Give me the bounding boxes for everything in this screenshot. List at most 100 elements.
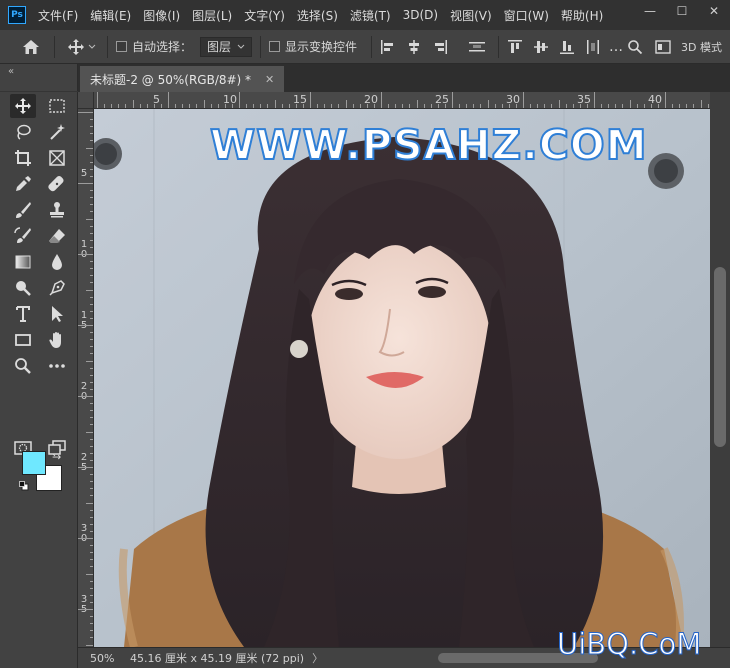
document-tab[interactable]: 未标题-2 @ 50%(RGB/8#) * ✕ (80, 66, 285, 92)
rectangle-tool[interactable] (10, 328, 36, 352)
close-tab-icon[interactable]: ✕ (265, 73, 274, 86)
ruler-tick (90, 566, 93, 568)
ruler-tick (366, 104, 368, 108)
lasso-tool[interactable] (10, 120, 36, 144)
clone-stamp-tool[interactable] (44, 198, 70, 222)
separator (54, 35, 55, 58)
vertical-ruler[interactable]: 5 10 15 20 25 30 35 (78, 109, 94, 647)
auto-select-value: 图层 (207, 40, 232, 54)
ruler-tick (416, 100, 418, 108)
ruler-tick (104, 104, 106, 108)
ruler-tick (182, 104, 184, 108)
default-colors-icon[interactable] (19, 481, 29, 491)
search-icon[interactable] (627, 39, 643, 55)
crop-tool[interactable] (10, 146, 36, 170)
ruler-tick (90, 310, 93, 312)
ruler-tick (146, 104, 148, 108)
ruler-tick (160, 104, 162, 108)
horizontal-ruler[interactable]: 5 10 15 20 25 30 35 40 (94, 92, 710, 109)
ruler-tick (90, 119, 93, 121)
ruler-tick (466, 104, 468, 108)
ruler-tick (78, 112, 93, 113)
screen-mode-button[interactable] (44, 436, 70, 460)
menu-help[interactable]: 帮助(H) (561, 7, 603, 24)
show-transform-label: 显示变换控件 (285, 40, 358, 54)
more-tools[interactable] (44, 354, 70, 378)
align-bottom-icon[interactable] (559, 39, 575, 55)
dodge-tool[interactable] (10, 276, 36, 300)
blur-tool[interactable] (44, 250, 70, 274)
align-left-icon[interactable] (380, 39, 396, 55)
show-transform-checkbox[interactable] (269, 41, 281, 52)
ruler-tick (530, 104, 532, 108)
menu-select[interactable]: 选择(S) (297, 7, 338, 24)
photoshop-logo: Ps (8, 6, 26, 24)
ellipsis-icon (49, 364, 65, 368)
history-brush-tool[interactable] (10, 224, 36, 248)
ruler-tick (90, 353, 93, 355)
ruler-tick (90, 190, 93, 192)
gradient-tool[interactable] (10, 250, 36, 274)
ruler-tick (430, 104, 432, 108)
menu-3d[interactable]: 3D(D) (403, 8, 438, 22)
workspace-icon[interactable] (655, 39, 671, 54)
eraser-tool[interactable] (44, 224, 70, 248)
menu-view[interactable]: 视图(V) (450, 7, 492, 24)
home-icon[interactable] (16, 39, 46, 55)
ruler-label: 25 (80, 452, 88, 473)
move-tool-preset-icon[interactable] (63, 38, 99, 56)
hand-tool[interactable] (44, 328, 70, 352)
ruler-tick (90, 601, 93, 603)
align-horizontal-center-icon[interactable] (406, 39, 422, 55)
align-right-icon[interactable] (432, 39, 448, 55)
menu-file[interactable]: 文件(F) (38, 7, 78, 24)
screen-mode-icon (48, 440, 66, 455)
ruler-tick (544, 104, 546, 108)
maximize-button[interactable]: ☐ (666, 0, 698, 22)
menu-edit[interactable]: 编辑(E) (90, 7, 131, 24)
healing-brush-tool[interactable] (44, 172, 70, 196)
ruler-tick (78, 609, 93, 610)
minimize-button[interactable]: — (634, 0, 666, 22)
magic-wand-tool[interactable] (44, 120, 70, 144)
align-top-icon[interactable] (507, 39, 523, 55)
path-selection-tool[interactable] (44, 302, 70, 326)
vertical-scrollbar-thumb[interactable] (714, 267, 726, 447)
move-tool[interactable] (10, 94, 36, 118)
distribute-icon[interactable] (468, 39, 486, 55)
eyedropper-tool[interactable] (10, 172, 36, 196)
brush-tool[interactable] (10, 198, 36, 222)
close-button[interactable]: ✕ (698, 0, 730, 22)
auto-select-dropdown[interactable]: 图层 (200, 36, 253, 57)
document-canvas[interactable]: WWW.PSAHZ.COM (94, 109, 710, 647)
frame-tool[interactable] (44, 146, 70, 170)
ruler-tick (253, 104, 255, 108)
more-options-icon[interactable]: … (609, 39, 623, 55)
status-menu-arrow[interactable]: 〉 (312, 650, 323, 666)
zoom-tool[interactable] (10, 354, 36, 378)
marquee-tool[interactable] (44, 94, 70, 118)
ruler-tick (359, 104, 361, 108)
ruler-tick (409, 104, 411, 108)
menu-layer[interactable]: 图层(L) (192, 7, 232, 24)
align-vertical-center-icon[interactable] (533, 39, 549, 55)
ruler-tick (90, 410, 93, 412)
ruler-tick (324, 104, 326, 108)
collapse-panel-icon[interactable]: « (8, 66, 14, 77)
ruler-tick (338, 104, 340, 108)
pen-tool[interactable] (44, 276, 70, 300)
vertical-scrollbar[interactable] (710, 92, 730, 647)
ruler-tick (139, 104, 141, 108)
menu-type[interactable]: 文字(Y) (244, 7, 285, 24)
menu-filter[interactable]: 滤镜(T) (350, 7, 391, 24)
type-tool[interactable] (10, 302, 36, 326)
ruler-tick (90, 332, 93, 334)
zoom-level[interactable]: 50% (90, 652, 128, 665)
auto-select-checkbox[interactable] (116, 41, 127, 52)
ruler-origin[interactable] (78, 92, 94, 109)
menu-window[interactable]: 窗口(W) (504, 7, 549, 24)
distribute-vertical-icon[interactable] (585, 39, 601, 55)
ruler-tick (90, 452, 93, 454)
foreground-color-swatch[interactable] (22, 451, 46, 475)
menu-image[interactable]: 图像(I) (143, 7, 180, 24)
